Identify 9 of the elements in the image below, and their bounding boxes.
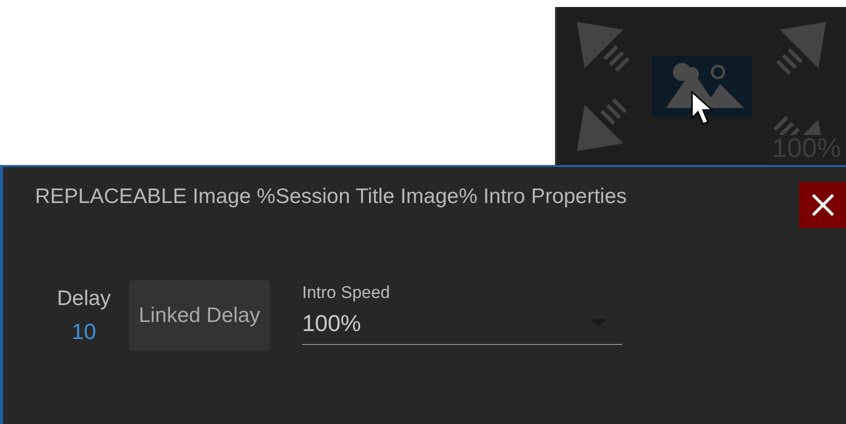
intro-speed-select[interactable]: 100% bbox=[302, 306, 622, 345]
delay-label: Delay bbox=[57, 286, 111, 312]
close-button[interactable] bbox=[799, 182, 846, 228]
close-icon bbox=[810, 193, 834, 217]
delay-value[interactable]: 10 bbox=[72, 314, 96, 348]
mouse-pointer-icon bbox=[690, 90, 716, 128]
intro-speed-label: Intro Speed bbox=[302, 282, 392, 304]
linked-delay-button[interactable]: Linked Delay bbox=[128, 280, 270, 351]
dialog-title: REPLACEABLE Image %Session Title Image% Intro Properties bbox=[35, 184, 627, 210]
